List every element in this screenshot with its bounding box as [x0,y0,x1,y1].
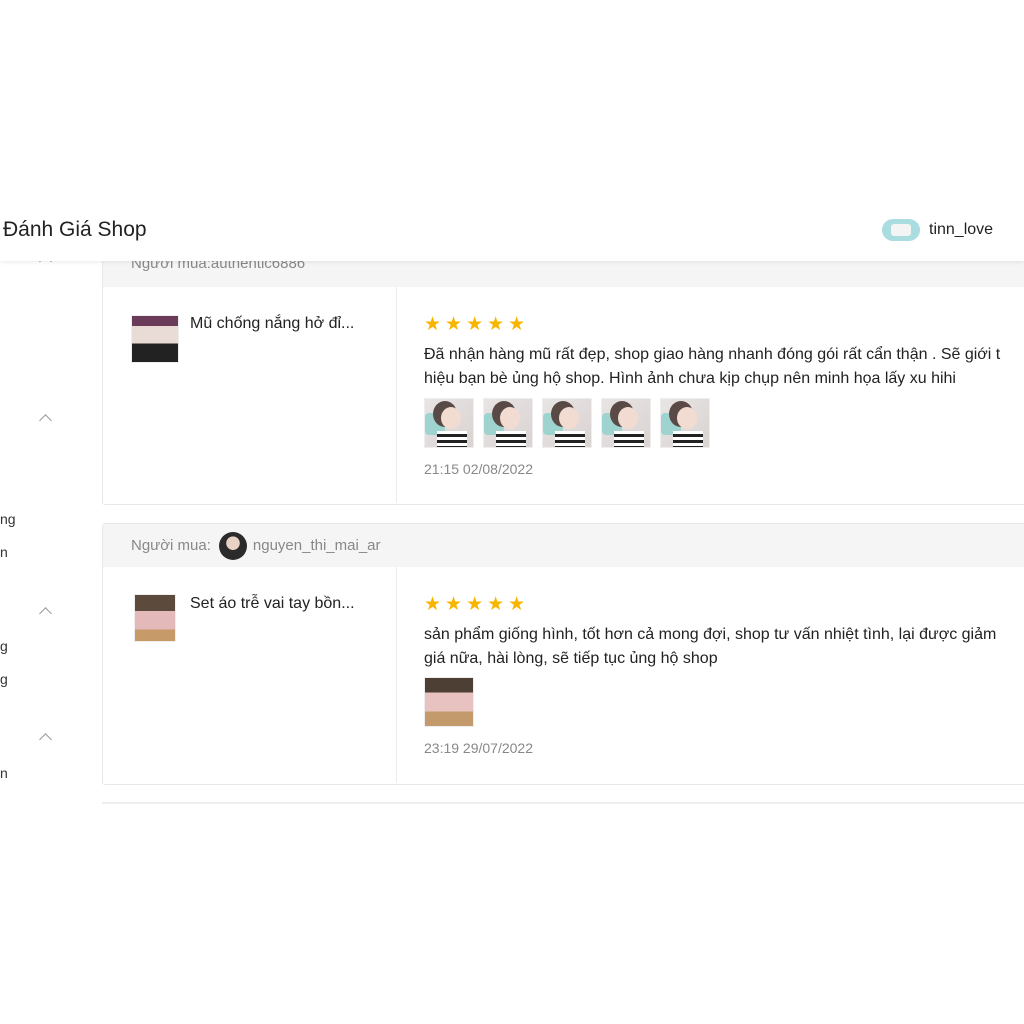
sidebar-item-label[interactable]: n [0,765,8,781]
review-photo[interactable] [483,398,533,448]
review-comment-line: sản phẩm giống hình, tốt hơn cả mong đợi… [424,626,997,643]
buyer-name[interactable]: nguyen_thi_mai_ar [253,537,392,554]
user-avatar[interactable] [882,219,920,241]
review-comment-line: giá nữa, hài lòng, sẽ tiếp tục ủng hộ sh… [424,650,718,667]
review-photos [424,398,710,448]
sidebar-item-label[interactable]: n [0,544,8,560]
chevron-up-icon[interactable] [39,733,52,746]
rating-stars: ★★★★★ [424,594,530,615]
review-photo[interactable] [424,677,474,727]
review-card: Người mua: authentic6886 Mũ chống nắng hở… [102,242,1024,505]
buyer-label: Người mua: [131,537,211,554]
user-profile[interactable]: tinn_love [882,217,993,243]
product-thumbnail[interactable] [131,315,179,363]
review-comment: Đã nhận hàng mũ rất đẹp, shop giao hàng … [424,343,1024,391]
username[interactable]: tinn_love [929,221,993,239]
chevron-up-icon[interactable] [39,414,52,427]
review-photo[interactable] [542,398,592,448]
page-header: Đánh Giá Shop tinn_love [0,201,1024,261]
review-comment: sản phẩm giống hình, tốt hơn cả mong đợi… [424,623,1024,671]
rating-stars: ★★★★★ [424,314,530,335]
review-comment-line: Đã nhận hàng mũ rất đẹp, shop giao hàng … [424,346,1001,363]
review-time: 21:15 02/08/2022 [424,461,533,477]
buyer-avatar[interactable] [218,531,247,560]
product-name[interactable]: Set áo trễ vai tay bồn... [190,595,355,613]
review-photos [424,677,474,727]
product-info[interactable]: Set áo trễ vai tay bồn... [103,567,397,783]
sidebar-item-label[interactable]: g [0,671,8,687]
sidebar-item-label[interactable]: g [0,638,8,654]
sidebar-item-label[interactable]: ng [0,511,16,527]
review-body: Mũ chống nắng hở đỉ... ★★★★★ Đã nhận hàn… [103,287,1024,503]
review-comment-line: hiệu bạn bè ủng hộ shop. Hình ảnh chưa k… [424,370,956,387]
page-title: Đánh Giá Shop [3,218,147,241]
buyer-bar: Người mua: nguyen_thi_mai_ar [103,524,1024,567]
product-info[interactable]: Mũ chống nắng hở đỉ... [103,287,397,503]
review-body: Set áo trễ vai tay bồn... ★★★★★ sản phẩm… [103,567,1024,783]
review-photo[interactable] [601,398,651,448]
product-name[interactable]: Mũ chống nắng hở đỉ... [190,315,354,333]
review-time: 23:19 29/07/2022 [424,740,533,756]
product-thumbnail[interactable] [134,594,176,642]
review-photo[interactable] [424,398,474,448]
review-photo[interactable] [660,398,710,448]
review-card: Người mua: nguyen_thi_mai_ar Set áo trễ … [102,523,1024,785]
chevron-up-icon[interactable] [39,607,52,620]
divider [102,802,1024,804]
